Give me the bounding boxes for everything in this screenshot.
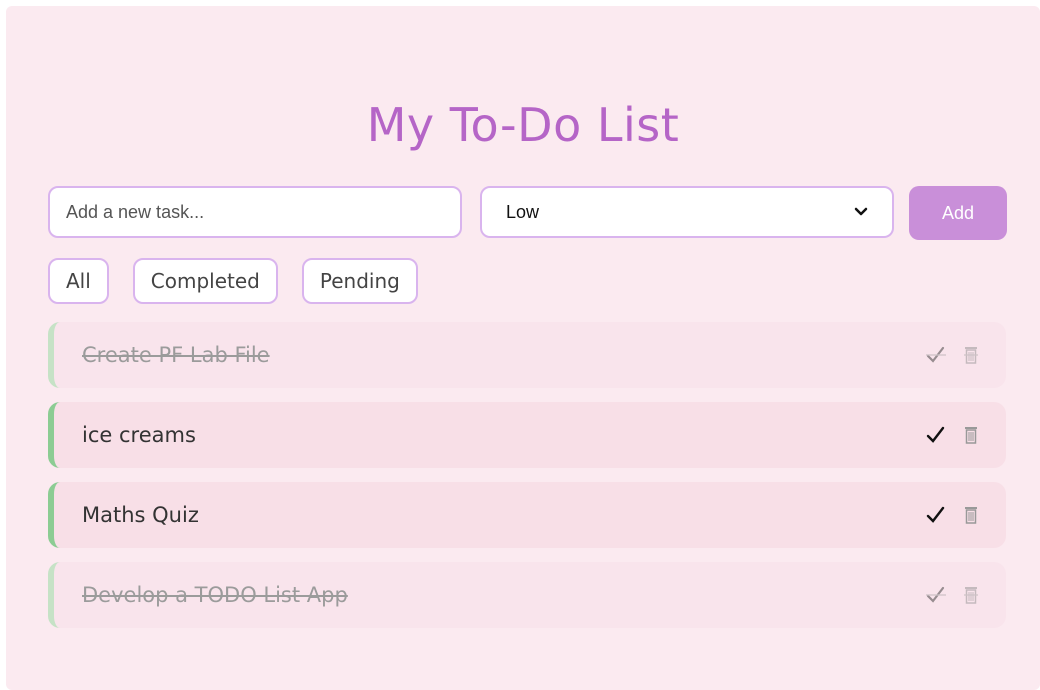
task-item: Develop a TODO List App	[48, 562, 1006, 628]
priority-value: Low	[506, 201, 540, 222]
task-text: ice creams	[82, 423, 196, 447]
add-button[interactable]: Add	[909, 186, 1007, 240]
check-icon[interactable]	[926, 346, 946, 364]
task-actions	[926, 506, 978, 524]
check-icon[interactable]	[926, 426, 946, 444]
task-list: Create PF Lab File ice creams Maths Quiz…	[48, 322, 1006, 642]
filter-all-button[interactable]: All	[48, 258, 109, 304]
filter-bar: All Completed Pending	[48, 258, 418, 304]
task-actions	[926, 586, 978, 604]
trash-icon[interactable]	[964, 586, 978, 604]
task-text: Develop a TODO List App	[82, 583, 348, 607]
task-text: Create PF Lab File	[82, 343, 270, 367]
filter-completed-button[interactable]: Completed	[132, 258, 278, 304]
task-item: ice creams	[48, 402, 1006, 468]
task-input[interactable]	[48, 186, 462, 238]
todo-card: My To-Do List Low Add All Completed Pend…	[6, 6, 1040, 690]
task-actions	[926, 426, 978, 444]
trash-icon[interactable]	[964, 506, 978, 524]
trash-icon[interactable]	[964, 426, 978, 444]
trash-icon[interactable]	[964, 346, 978, 364]
priority-select[interactable]: Low	[480, 186, 894, 238]
filter-pending-button[interactable]: Pending	[301, 258, 418, 304]
page-title: My To-Do List	[366, 98, 680, 152]
task-item: Create PF Lab File	[48, 322, 1006, 388]
chevron-down-icon	[854, 205, 868, 219]
task-actions	[926, 346, 978, 364]
check-icon[interactable]	[926, 506, 946, 524]
check-icon[interactable]	[926, 586, 946, 604]
task-item: Maths Quiz	[48, 482, 1006, 548]
task-text: Maths Quiz	[82, 503, 199, 527]
